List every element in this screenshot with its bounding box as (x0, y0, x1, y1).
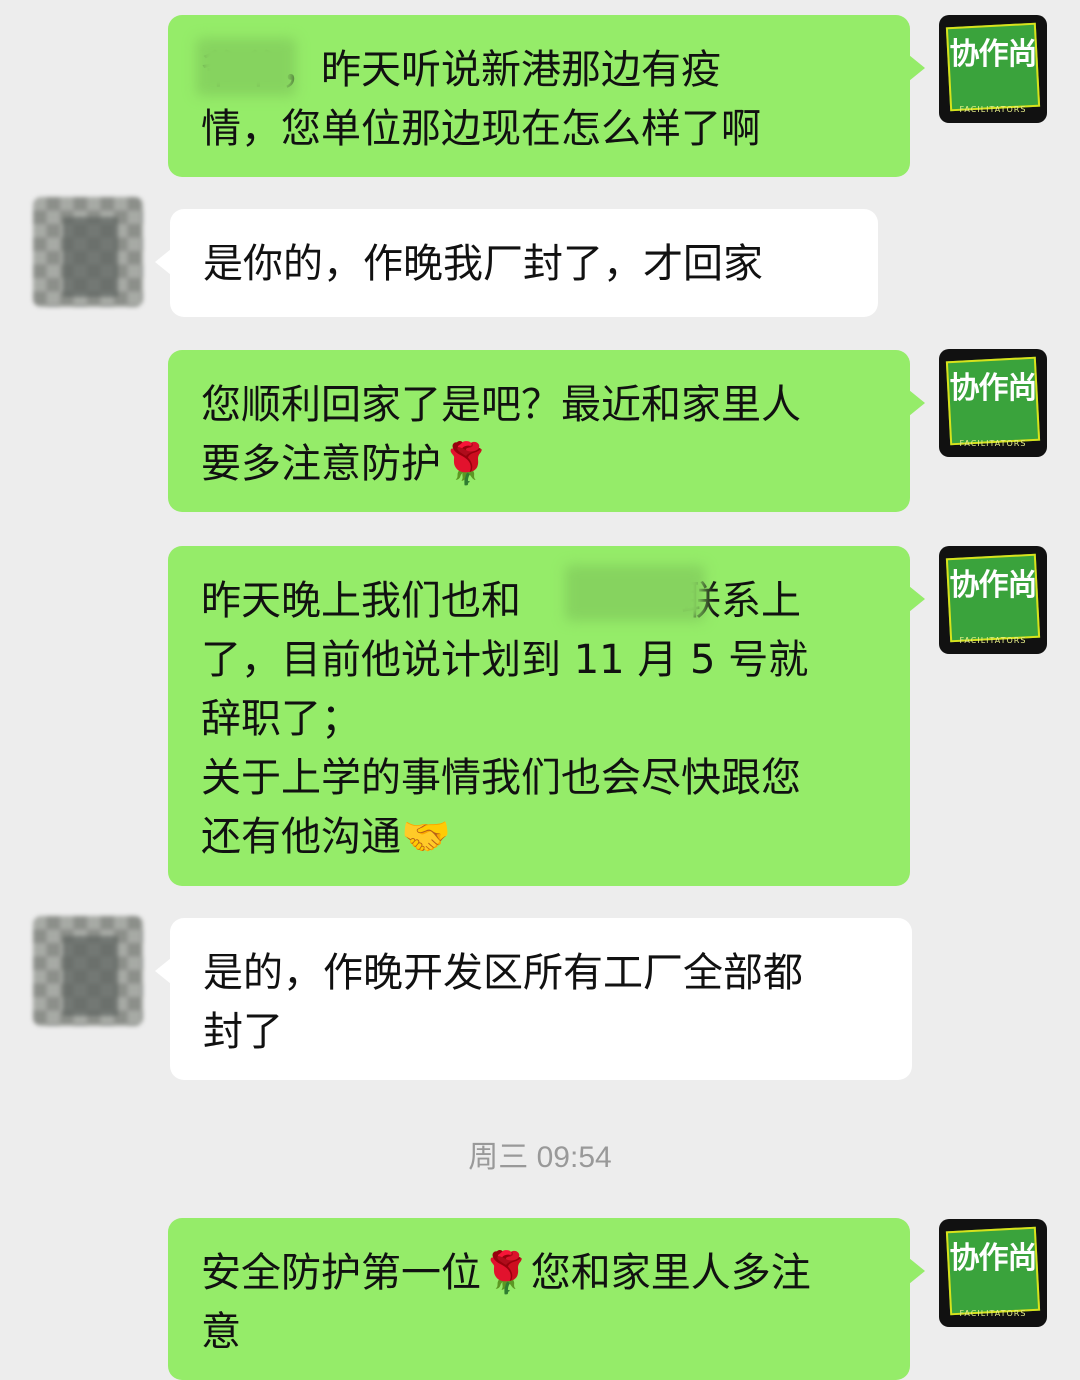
avatar-logo-subtext: FACILITATORS (959, 636, 1027, 645)
avatar-self[interactable]: 协作尚 FACILITATORS (939, 15, 1047, 123)
avatar-self[interactable]: 协作尚 FACILITATORS (939, 546, 1047, 654)
message-bubble-incoming[interactable]: 是的，作晚开发区所有工厂全部都 封了 (155, 918, 912, 1080)
avatar-contact[interactable] (33, 916, 143, 1026)
avatar-logo-text: 协作尚 (949, 371, 1038, 406)
chat-timestamp: 周三 09:54 (468, 1141, 612, 1174)
redacted-name (196, 38, 296, 96)
avatar-logo-text: 协作尚 (949, 568, 1038, 603)
avatar-contact[interactable] (33, 197, 143, 307)
message-bubble-outgoing[interactable]: 安全防护第一位🌹您和家里人多注 意 (168, 1218, 925, 1380)
avatar-self[interactable]: 协作尚 FACILITATORS (939, 349, 1047, 457)
avatar-logo-text: 协作尚 (949, 1241, 1038, 1276)
message-bubble-outgoing[interactable]: 您顺利回家了是吧？最近和家里人 要多注意防护🌹 (168, 350, 925, 512)
avatar-self[interactable]: 协作尚 FACILITATORS (939, 1219, 1047, 1327)
redacted-name (565, 565, 705, 621)
message-bubble-incoming[interactable]: 是你的，作晚我厂封了，才回家 (155, 209, 878, 317)
avatar-logo-subtext: FACILITATORS (959, 439, 1027, 448)
message-bubble-outgoing[interactable]: 昨天晚上我们也和 联系上 了，目前他说计划到 11 月 5 号就 辞职了； 关于… (168, 546, 925, 886)
avatar-logo-text: 协作尚 (949, 37, 1038, 72)
avatar-logo-subtext: FACILITATORS (959, 105, 1027, 114)
avatar-logo-subtext: FACILITATORS (959, 1309, 1027, 1318)
